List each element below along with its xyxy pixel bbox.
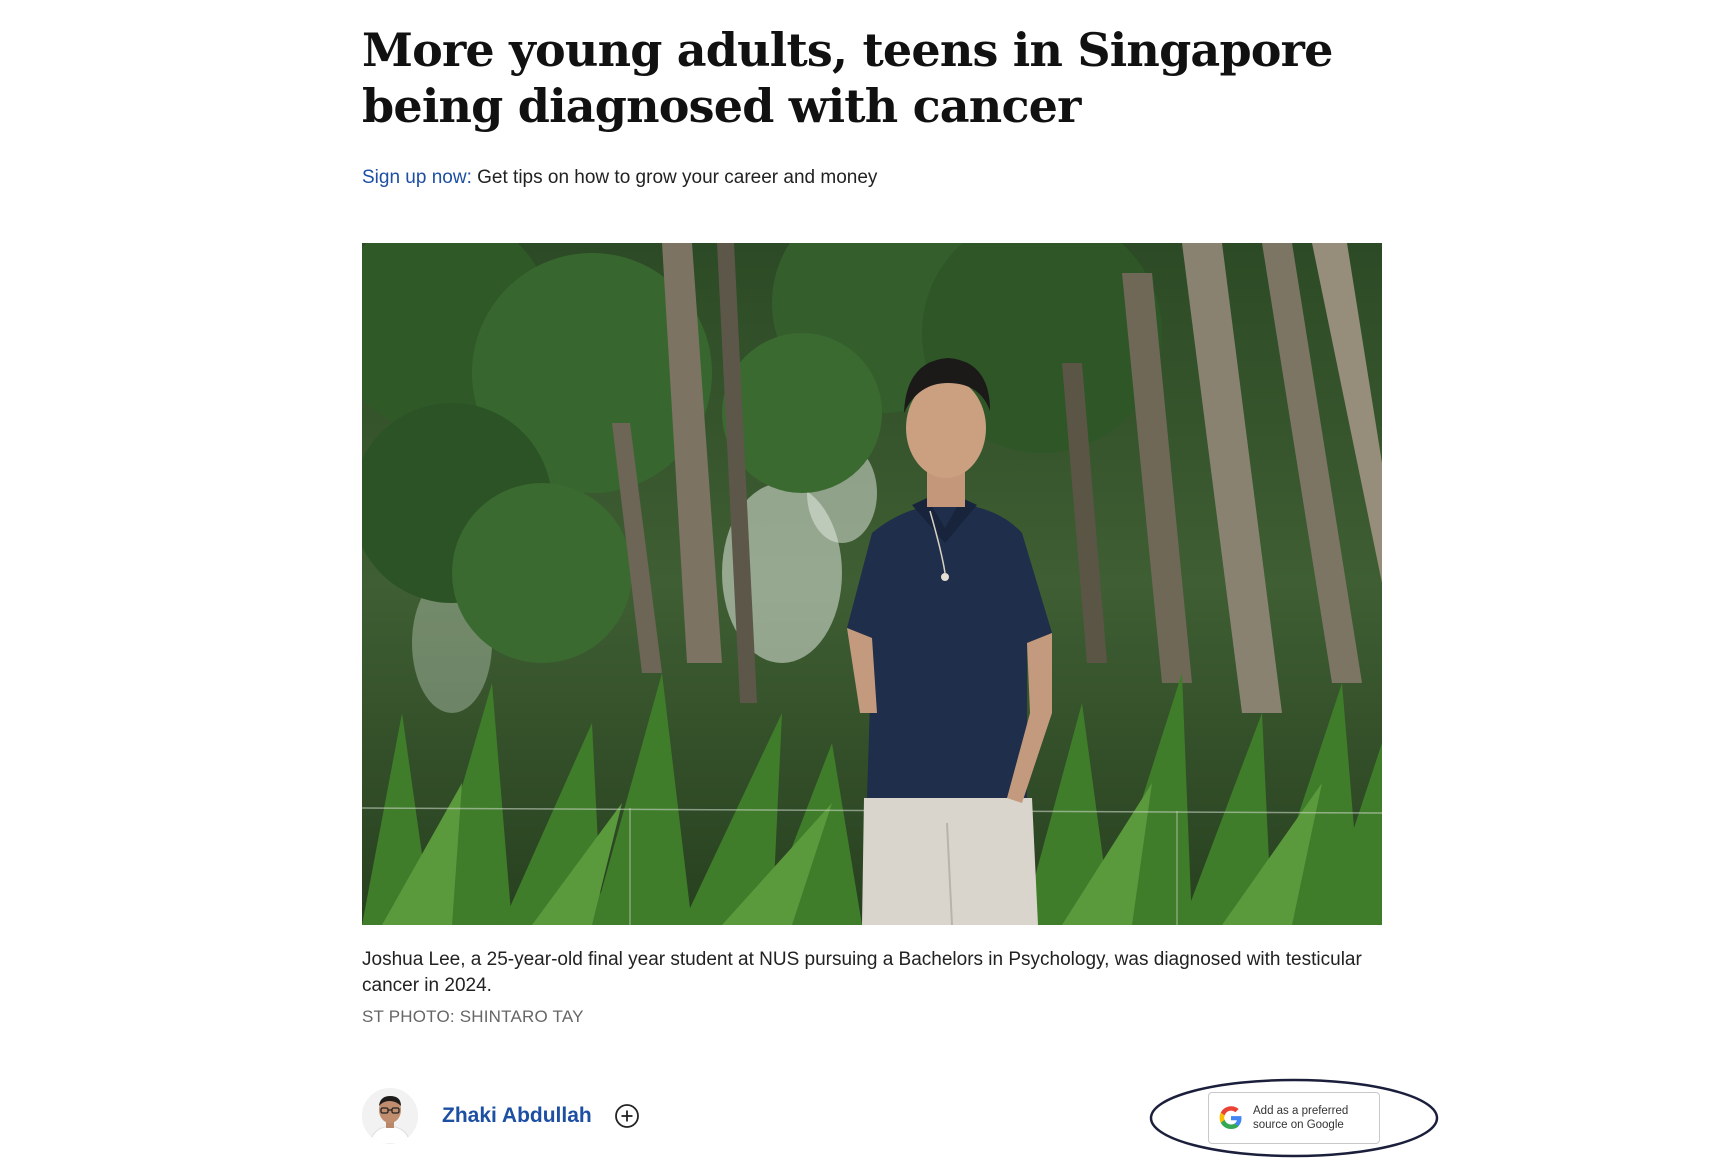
author-avatar-image	[362, 1088, 418, 1144]
add-preferred-source-button[interactable]: Add as a preferred source on Google	[1208, 1092, 1380, 1144]
google-g-icon	[1219, 1106, 1242, 1129]
hero-photo	[362, 243, 1382, 925]
plus-circle-icon	[614, 1104, 639, 1128]
author-name-link[interactable]: Zhaki Abdullah	[442, 1104, 592, 1128]
add-preferred-source-label: Add as a preferred source on Google	[1253, 1105, 1349, 1131]
hero-photo-illustration	[362, 243, 1382, 925]
article-headline: More young adults, teens in Singapore be…	[362, 23, 1333, 133]
author-byline: Zhaki Abdullah	[362, 1086, 640, 1146]
follow-author-button[interactable]	[614, 1103, 640, 1129]
photo-caption: Joshua Lee, a 25-year-old final year stu…	[362, 949, 1362, 996]
signup-promo: Sign up now: Get tips on how to grow you…	[362, 166, 877, 190]
google-preferred-source: Add as a preferred source on Google	[1148, 1062, 1440, 1158]
photo-credit: ST PHOTO: SHINTARO TAY	[362, 1007, 584, 1026]
signup-link[interactable]: Sign up now:	[362, 167, 472, 188]
avatar[interactable]	[362, 1088, 418, 1144]
signup-text: Get tips on how to grow your career and …	[471, 167, 878, 188]
